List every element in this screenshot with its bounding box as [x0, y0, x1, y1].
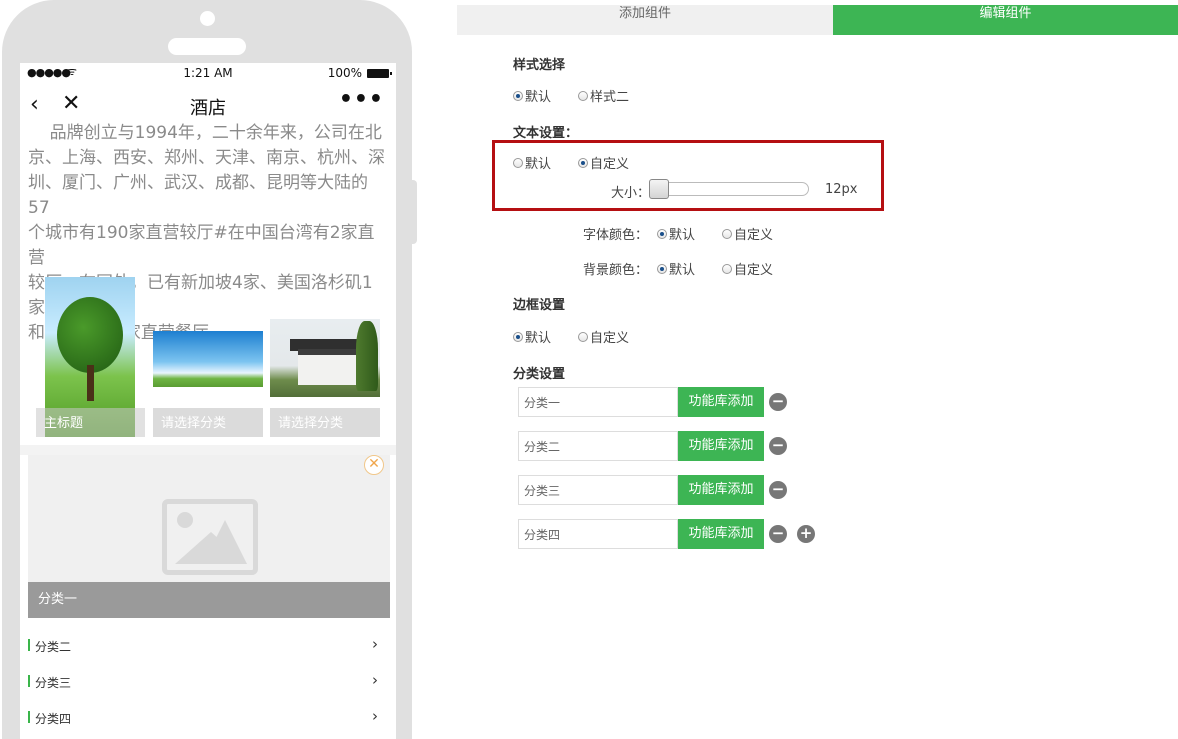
- radio-label: 自定义: [734, 263, 774, 278]
- close-icon[interactable]: ✕: [364, 455, 384, 475]
- list-item-label: 分类四: [35, 712, 72, 726]
- battery-icon: [367, 69, 392, 78]
- text-custom-radio[interactable]: 自定义: [578, 153, 629, 172]
- library-add-button[interactable]: 功能库添加: [678, 387, 764, 417]
- chevron-right-icon: ›: [372, 635, 378, 653]
- card-label: 分类一: [28, 582, 390, 618]
- font-color-custom-radio[interactable]: 自定义: [722, 224, 773, 243]
- placeholder-mountain-2: [203, 520, 247, 564]
- border-section-title: 边框设置: [513, 298, 566, 313]
- radio-dot: [657, 263, 667, 274]
- radio-dot: [513, 90, 523, 101]
- minus-icon[interactable]: −: [769, 525, 787, 543]
- border-default-radio[interactable]: 默认: [513, 327, 551, 346]
- category-input[interactable]: [518, 431, 678, 461]
- font-color-default-radio[interactable]: 默认: [657, 224, 695, 243]
- radio-dot: [578, 157, 588, 168]
- style-default-radio[interactable]: 默认: [513, 86, 551, 105]
- list-item[interactable]: 分类四 ›: [28, 699, 390, 735]
- radio-dot: [722, 228, 732, 239]
- list-item[interactable]: 分类三 ›: [28, 663, 390, 699]
- radio-label: 默认: [525, 90, 552, 105]
- radio-label: 自定义: [734, 228, 774, 243]
- gallery-label-category[interactable]: 请选择分类: [153, 408, 263, 437]
- radio-dot: [513, 157, 523, 168]
- list-marker: [28, 711, 30, 723]
- placeholder-sun: [177, 512, 193, 528]
- category-input[interactable]: [518, 475, 678, 505]
- radio-dot: [513, 331, 523, 342]
- list-marker: [28, 639, 30, 651]
- phone-side-button: [409, 180, 417, 244]
- style-two-radio[interactable]: 样式二: [578, 86, 629, 105]
- battery-percent: 100%: [327, 66, 362, 80]
- phone-speaker: [168, 38, 246, 55]
- radio-dot: [578, 90, 588, 101]
- minus-icon[interactable]: −: [769, 393, 787, 411]
- minus-icon[interactable]: −: [769, 481, 787, 499]
- tab-add-component[interactable]: 添加组件: [457, 5, 833, 35]
- library-add-button[interactable]: 功能库添加: [678, 475, 764, 505]
- radio-label: 自定义: [590, 331, 630, 346]
- chevron-right-icon: ›: [372, 671, 378, 689]
- nav-bar: ‹ ✕ 酒店 •••: [20, 85, 396, 125]
- phone-mockup: ●●●●● ᯤ 1:21 AM 100% ‹ ✕ 酒店 ••• 品牌创立与199…: [2, 0, 412, 739]
- radio-label: 默认: [525, 157, 552, 172]
- list-item-label: 分类二: [35, 640, 72, 654]
- image-placeholder-icon: [162, 499, 258, 575]
- border-custom-radio[interactable]: 自定义: [578, 327, 629, 346]
- radio-label: 默认: [669, 228, 696, 243]
- category-input[interactable]: [518, 519, 678, 549]
- radio-label: 默认: [525, 331, 552, 346]
- status-bar: ●●●●● ᯤ 1:21 AM 100%: [20, 63, 396, 83]
- size-slider-thumb[interactable]: [649, 179, 669, 199]
- bg-color-default-radio[interactable]: 默认: [657, 259, 695, 278]
- more-icon[interactable]: •••: [339, 87, 384, 112]
- house-image[interactable]: [270, 319, 380, 397]
- gallery-label-main[interactable]: 主标题: [36, 408, 145, 437]
- category-input[interactable]: [518, 387, 678, 417]
- text-default-radio[interactable]: 默认: [513, 153, 551, 172]
- library-add-button[interactable]: 功能库添加: [678, 519, 764, 549]
- tree-trunk: [87, 365, 94, 401]
- tab-edit-component[interactable]: 编辑组件: [833, 5, 1178, 35]
- library-add-button[interactable]: 功能库添加: [678, 431, 764, 461]
- radio-dot: [722, 263, 732, 274]
- house-body: [298, 349, 356, 385]
- phone-camera: [200, 11, 215, 26]
- radio-label: 自定义: [590, 157, 630, 172]
- section-divider: [20, 445, 396, 455]
- sky-image[interactable]: [153, 331, 263, 387]
- radio-dot: [578, 331, 588, 342]
- size-value: 12px: [825, 182, 858, 197]
- category-card[interactable]: 分类一: [28, 455, 390, 618]
- radio-label: 样式二: [590, 90, 630, 105]
- category-section-title: 分类设置: [513, 367, 566, 382]
- size-slider-track[interactable]: [651, 182, 809, 196]
- highlight-box: [492, 140, 884, 211]
- editor-tabs: 添加组件 编辑组件: [457, 5, 1178, 35]
- bg-color-custom-radio[interactable]: 自定义: [722, 259, 773, 278]
- list-marker: [28, 675, 30, 687]
- list-item[interactable]: 分类二 ›: [28, 627, 390, 663]
- bg-color-label: 背景颜色：: [583, 263, 649, 278]
- radio-dot: [657, 228, 667, 239]
- house-tree: [356, 321, 378, 391]
- gallery-label-category[interactable]: 请选择分类: [270, 408, 380, 437]
- style-section-title: 样式选择: [513, 58, 566, 73]
- plus-icon[interactable]: +: [797, 525, 815, 543]
- tree-crown: [57, 297, 123, 373]
- font-color-label: 字体颜色：: [583, 228, 649, 243]
- size-label: 大小：: [611, 186, 651, 201]
- list-item-label: 分类三: [35, 676, 72, 690]
- app-root: ●●●●● ᯤ 1:21 AM 100% ‹ ✕ 酒店 ••• 品牌创立与199…: [0, 0, 1178, 739]
- minus-icon[interactable]: −: [769, 437, 787, 455]
- text-section-title: 文本设置：: [513, 126, 579, 141]
- phone-screen: ●●●●● ᯤ 1:21 AM 100% ‹ ✕ 酒店 ••• 品牌创立与199…: [20, 63, 396, 739]
- radio-label: 默认: [669, 263, 696, 278]
- chevron-right-icon: ›: [372, 707, 378, 725]
